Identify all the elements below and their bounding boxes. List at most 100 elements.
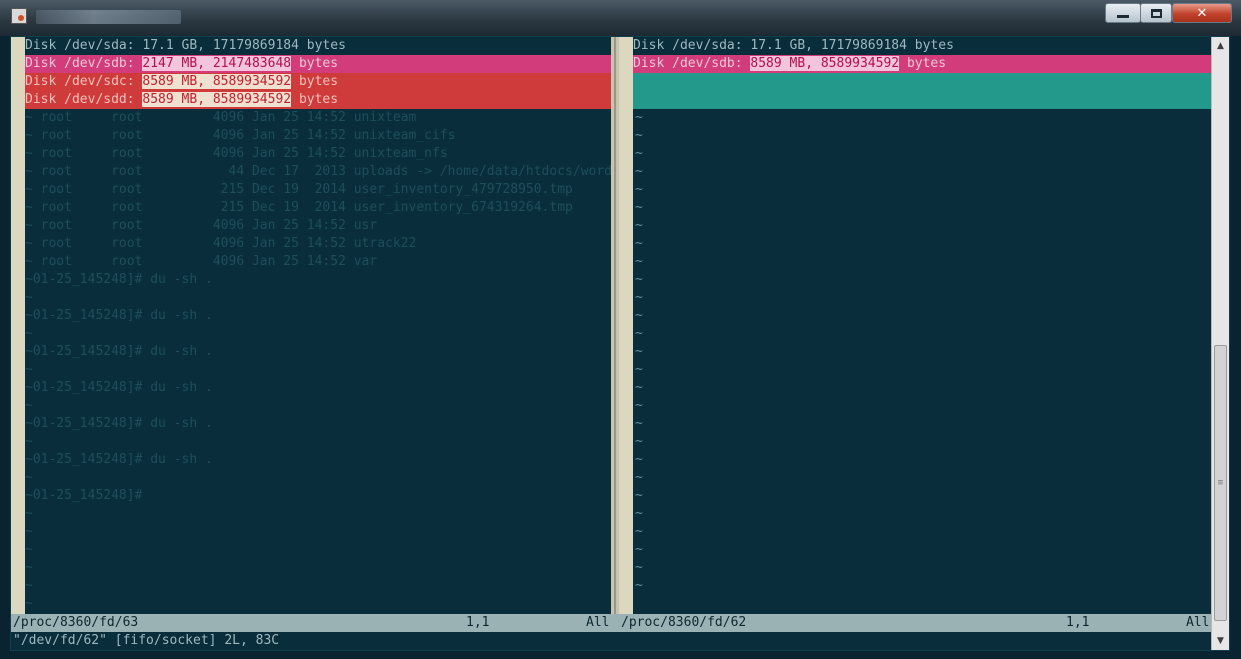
ghost-text: ~ [25,290,33,305]
ghost-text: ~ [25,326,33,341]
line-text: Disk /dev/sdd: [25,92,143,107]
background-output-line: ~ root root 215 Dec 19 2014 user_invento… [25,199,611,217]
ghost-text: ~ root root 4096 Jan 25 14:52 utrack22 [25,236,417,251]
empty-line-marker: ~ [635,524,643,539]
ghost-text: ~ [25,524,33,539]
background-output-line: ~01-25_145248]# du -sh . [25,271,611,289]
ghost-text: ~ root root 4096 Jan 25 14:52 unixteam_n… [25,146,448,161]
maximize-button[interactable] [1140,3,1172,23]
minimize-icon [1117,14,1129,18]
empty-line-marker: ~ [635,452,643,467]
ghost-text: ~ [25,470,33,485]
background-output-line: ~ root root 4096 Jan 25 14:52 usr [25,217,611,235]
empty-line-marker: ~ [635,506,643,521]
changed-text: 8589 MB, 8589934592 [142,92,292,107]
scrollbar-grip-icon: ≡ [1217,478,1224,488]
empty-line-marker: ~ [635,578,643,593]
background-output-line: ~ root root 4096 Jan 25 14:52 utrack22 [25,235,611,253]
background-output-line: ~01-25_145248]# [25,487,611,505]
background-output-line: ~ [25,397,611,415]
background-output-line: ~ [25,289,611,307]
right-status-scroll: All [1186,615,1210,630]
empty-line-marker: ~ [635,218,643,233]
scroll-up-arrow-icon[interactable]: ▲ [1212,37,1229,54]
line-text: Disk /dev/sdb: [633,56,751,71]
background-output-line: ~01-25_145248]# du -sh . [25,451,611,469]
left-status-position: 1,1 [466,615,490,630]
background-output-line: ~ [25,469,611,487]
background-output-line: ~01-25_145248]# du -sh . [25,343,611,361]
background-output-line: ~ [25,523,611,541]
ghost-text: ~ [25,560,33,575]
maximize-icon [1150,8,1162,18]
line-text: Disk /dev/sdc: [25,74,143,89]
ghost-text: ~ [25,398,33,413]
ghost-text: ~ root root 4096 Jan 25 14:52 unixteam [25,110,417,125]
vertical-split-divider[interactable] [611,37,619,614]
background-output-line: ~ root root 215 Dec 19 2014 user_invento… [25,181,611,199]
line-text: bytes [291,74,339,89]
diff-line: Disk /dev/sda: 17.1 GB, 17179869184 byte… [633,37,1211,55]
minimize-button[interactable] [1105,3,1141,23]
close-button[interactable]: ✕ [1172,3,1232,23]
empty-line-marker: ~ [635,362,643,377]
scrollbar-thumb[interactable]: ≡ [1214,345,1227,621]
background-output-line: ~01-25_145248]# du -sh . [25,379,611,397]
ghost-text: ~ [25,434,33,449]
empty-line-marker: ~ [635,434,643,449]
empty-line-marker: ~ [635,128,643,143]
ghost-text: ~01-25_145248]# du -sh . [25,272,213,287]
diff-line: Disk /dev/sdb: 2147 MB, 2147483648 bytes [25,55,611,73]
left-diff-pane[interactable]: Disk /dev/sda: 17.1 GB, 17179869184 byte… [25,37,611,614]
empty-line-marker: ~ [635,398,643,413]
line-text: bytes [899,56,947,71]
line-text: bytes [291,92,339,107]
left-status-filename: /proc/8360/fd/63 [13,615,139,630]
changed-text: 8589 MB, 8589934592 [750,56,900,71]
command-line[interactable]: "/dev/fd/62" [fifo/socket] 2L, 83C [11,632,1213,650]
terminal-area[interactable]: Disk /dev/sda: 17.1 GB, 17179869184 byte… [10,36,1230,651]
line-text: Disk /dev/sdb: [25,56,143,71]
ghost-text: ~01-25_145248]# [25,488,151,503]
ghost-text: ~ [25,596,33,611]
background-output-line: ~ root root 44 Dec 17 2013 uploads -> /h… [25,163,611,181]
title-bar[interactable]: ✕ [0,0,1241,36]
empty-line-marker: ~ [635,380,643,395]
scroll-down-arrow-icon[interactable]: ▼ [1212,632,1229,649]
background-output-line: ~ [25,505,611,523]
background-output-line: ~ [25,361,611,379]
background-output-line: ~ [25,433,611,451]
background-output-line: ~ [25,595,611,613]
ghost-text: ~01-25_145248]# du -sh . [25,416,213,431]
diff-line: Disk /dev/sdc: 8589 MB, 8589934592 bytes [25,73,611,91]
left-status-scroll: All [586,615,610,630]
empty-line-marker: ~ [635,344,643,359]
line-text: bytes [291,56,339,71]
ghost-text: ~ root root 215 Dec 19 2014 user_invento… [25,182,573,197]
empty-line-marker: ~ [635,308,643,323]
close-icon: ✕ [1196,5,1208,21]
diff-filler-line [633,73,1211,91]
empty-line-marker: ~ [635,200,643,215]
ghost-text: ~ root root 4096 Jan 25 14:52 var [25,254,378,269]
ghost-text: ~01-25_145248]# du -sh . [25,308,213,323]
empty-line-marker: ~ [635,272,643,287]
right-fold-gutter [619,37,633,614]
ghost-text: ~01-25_145248]# du -sh . [25,344,213,359]
ghost-text: ~01-25_145248]# du -sh . [25,380,213,395]
right-diff-pane[interactable]: Disk /dev/sda: 17.1 GB, 17179869184 byte… [633,37,1211,614]
empty-line-marker: ~ [635,236,643,251]
ghost-text: ~ root root 4096 Jan 25 14:52 unixteam_c… [25,128,456,143]
ghost-text: ~ root root 215 Dec 19 2014 user_invento… [25,200,573,215]
app-icon[interactable] [11,8,27,24]
vertical-scrollbar[interactable]: ▲ ≡ ▼ [1211,37,1229,650]
ghost-text: ~01-25_145248]# du -sh . [25,452,213,467]
right-status-filename: /proc/8360/fd/62 [621,615,747,630]
line-text: Disk /dev/sda: 17.1 GB, 17179869184 byte… [25,38,346,53]
empty-line-marker: ~ [635,290,643,305]
diff-line: Disk /dev/sdb: 8589 MB, 8589934592 bytes [633,55,1211,73]
line-text: Disk /dev/sda: 17.1 GB, 17179869184 byte… [633,38,954,53]
ghost-text: ~ root root 44 Dec 17 2013 uploads -> /h… [25,164,611,179]
status-line: /proc/8360/fd/63 1,1 All /proc/8360/fd/6… [11,614,1211,632]
background-output-line: ~ root root 4096 Jan 25 14:52 unixteam_n… [25,145,611,163]
